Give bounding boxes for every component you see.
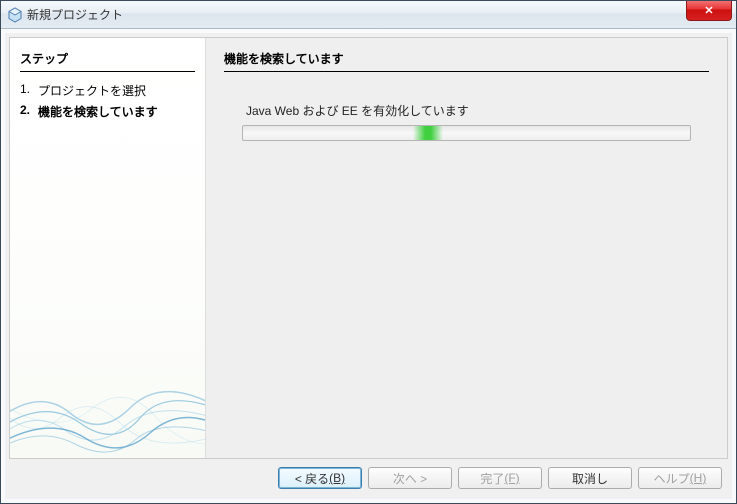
main-panel: 機能を検索しています Java Web および EE を有効化しています (206, 38, 727, 458)
steps-sidebar: ステップ 1. プロジェクトを選択 2. 機能を検索しています (10, 38, 206, 458)
cancel-button[interactable]: 取消し (548, 467, 632, 489)
help-button[interactable]: ヘルプ(H) (638, 467, 722, 489)
finish-button[interactable]: 完了(F) (458, 467, 542, 489)
dialog-body: ステップ 1. プロジェクトを選択 2. 機能を検索しています (1, 29, 736, 503)
dialog-window: 新規プロジェクト ✕ ステップ 1. プロジェクトを選択 2. 機能を検索してい… (0, 0, 737, 504)
step-item: 1. プロジェクトを選択 (20, 80, 195, 101)
progress-bar (242, 125, 691, 141)
titlebar[interactable]: 新規プロジェクト ✕ (1, 1, 736, 29)
close-icon: ✕ (704, 4, 713, 17)
app-icon (7, 7, 23, 23)
next-button[interactable]: 次へ > (368, 467, 452, 489)
sidebar-header: ステップ (20, 50, 195, 72)
content-area: ステップ 1. プロジェクトを選択 2. 機能を検索しています (9, 37, 728, 459)
step-item-current: 2. 機能を検索しています (20, 101, 195, 122)
step-label: 機能を検索しています (38, 103, 158, 120)
step-number: 2. (20, 103, 38, 120)
main-header: 機能を検索しています (224, 50, 709, 72)
decorative-waves (10, 348, 206, 458)
close-button[interactable]: ✕ (686, 1, 732, 21)
step-label: プロジェクトを選択 (38, 82, 146, 99)
back-button[interactable]: < 戻る(B) (278, 467, 362, 489)
window-title: 新規プロジェクト (27, 6, 123, 23)
progress-indicator (413, 126, 443, 140)
step-number: 1. (20, 82, 38, 99)
status-text: Java Web および EE を有効化しています (246, 102, 709, 119)
button-row: < 戻る(B) 次へ > 完了(F) 取消し ヘルプ(H) (5, 461, 732, 499)
step-list: 1. プロジェクトを選択 2. 機能を検索しています (20, 80, 195, 122)
